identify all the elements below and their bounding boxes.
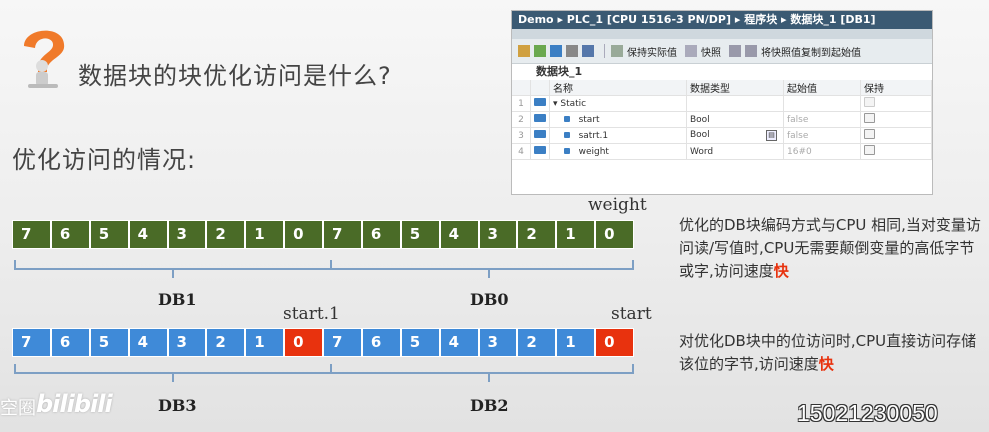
bit-cell: 2 <box>206 328 246 357</box>
snapshot-button[interactable]: 快照 <box>701 44 721 59</box>
watermark-text: 空圈 <box>0 398 36 419</box>
db3-label: DB3 <box>158 396 197 415</box>
col-name[interactable]: 名称 <box>549 80 687 96</box>
bit-cell: 1 <box>245 220 285 249</box>
db2-label: DB2 <box>470 396 509 415</box>
start-label: start <box>611 304 652 324</box>
type-dropdown-icon[interactable]: ▤ <box>766 130 777 141</box>
bit-cell: 6 <box>50 220 90 249</box>
slide-title: 数据块的块优化访问是什么? <box>78 62 392 90</box>
row-name[interactable]: satrt.1 <box>579 131 609 141</box>
bit-cell: 2 <box>517 220 557 249</box>
row-name[interactable]: start <box>579 115 600 125</box>
bit-cell: 0 <box>595 220 634 249</box>
db1-label: DB1 <box>158 290 197 309</box>
variable-icon <box>534 114 546 122</box>
bit-cell: 2 <box>517 328 557 357</box>
table-row[interactable]: 2 start Bool false <box>512 111 932 128</box>
bit-cell-highlighted: 0 <box>595 328 634 357</box>
bit-cell: 6 <box>361 220 401 249</box>
bit-cell: 3 <box>478 220 518 249</box>
bit-cell: 3 <box>478 328 518 357</box>
retain-checkbox[interactable] <box>864 145 875 155</box>
bullet-icon <box>564 115 570 122</box>
db2-bracket <box>330 364 634 374</box>
bit-cell: 5 <box>400 328 440 357</box>
table-row[interactable]: 4 weight Word 16#0 <box>512 143 932 160</box>
db0-label: DB0 <box>470 290 509 309</box>
bit-cell: 7 <box>12 220 51 249</box>
bit-cell: 0 <box>284 220 323 249</box>
bit-cell: 2 <box>206 220 246 249</box>
bit-cell: 4 <box>439 328 479 357</box>
db3-bracket <box>14 364 332 374</box>
phone-number: 15021230050 <box>797 400 938 426</box>
add-row-icon[interactable] <box>534 45 546 57</box>
bit-row-bottom: 7654321076543210 <box>12 328 634 357</box>
bit-cell: 4 <box>439 220 479 249</box>
insert-row-icon[interactable] <box>518 45 530 57</box>
table-row[interactable]: 3 satrt.1 Bool ▤ false <box>512 127 932 144</box>
bullet-icon <box>564 131 570 138</box>
keep-actual-icon[interactable] <box>611 45 623 57</box>
bit-cell: 4 <box>128 328 168 357</box>
db1-bracket <box>14 260 332 270</box>
copy-icon[interactable] <box>729 45 741 57</box>
bit-cell: 4 <box>128 220 168 249</box>
question-mark-person-icon <box>24 30 65 88</box>
keep-actual-button[interactable]: 保持实际值 <box>627 44 677 59</box>
highlight-fast: 快 <box>773 262 789 280</box>
bit-cell: 7 <box>323 220 362 249</box>
breadcrumb: Demo ▸ PLC_1 [CPU 1516-3 PN/DP] ▸ 程序块 ▸ … <box>512 11 932 29</box>
copy-all-icon[interactable] <box>745 45 757 57</box>
bit-cell: 6 <box>361 328 401 357</box>
list-icon[interactable] <box>582 45 594 57</box>
bit-cell-highlighted: 0 <box>284 328 323 357</box>
bullet-icon <box>564 147 570 154</box>
bilibili-logo: bilibili <box>36 390 113 418</box>
copy-snapshot-button[interactable]: 将快照值复制到起始值 <box>761 44 861 59</box>
start-1-label: start.1 <box>283 304 340 324</box>
retain-checkbox[interactable] <box>864 97 875 107</box>
bit-cell: 7 <box>323 328 362 357</box>
bit-cell: 1 <box>556 328 596 357</box>
db0-bracket <box>330 260 634 270</box>
bit-cell: 7 <box>12 328 51 357</box>
retain-checkbox[interactable] <box>864 113 875 123</box>
bit-cell: 1 <box>556 220 596 249</box>
bit-cell: 5 <box>89 328 129 357</box>
bit-cell: 3 <box>167 220 207 249</box>
static-db-icon <box>534 98 546 106</box>
bit-cell: 5 <box>89 220 129 249</box>
row-name[interactable]: weight <box>579 147 609 157</box>
edit-icon[interactable] <box>566 45 578 57</box>
col-retain[interactable]: 保持 <box>860 80 932 96</box>
table-header-row: 名称 数据类型 起始值 保持 <box>512 80 932 96</box>
row-name[interactable]: Static <box>560 99 586 109</box>
tia-data-block-window: Demo ▸ PLC_1 [CPU 1516-3 PN/DP] ▸ 程序块 ▸ … <box>511 10 933 195</box>
variable-icon <box>534 130 546 138</box>
bit-row-top: 7654321076543210 <box>12 220 634 249</box>
table-row[interactable]: 1 ▾ Static <box>512 95 932 112</box>
highlight-fast: 快 <box>818 355 834 373</box>
data-block-table: 名称 数据类型 起始值 保持 1 ▾ Static 2 start Bool f… <box>512 80 932 160</box>
retain-checkbox[interactable] <box>864 129 875 139</box>
col-start[interactable]: 起始值 <box>783 80 861 96</box>
col-type[interactable]: 数据类型 <box>686 80 784 96</box>
weight-label: weight <box>588 195 647 215</box>
toolbar: 保持实际值 快照 将快照值复制到起始值 <box>512 39 932 64</box>
bit-cell: 5 <box>400 220 440 249</box>
snapshot-icon[interactable] <box>685 45 697 57</box>
note-bit-access: 对优化DB块中的位访问时,CPU直接访问存储该位的字节,访问速度快 <box>679 332 977 373</box>
bit-cell: 3 <box>167 328 207 357</box>
bit-cell: 1 <box>245 328 285 357</box>
slide-subtitle: 优化访问的情况: <box>12 146 197 174</box>
expand-icon[interactable] <box>550 45 562 57</box>
block-name: 数据块_1 <box>512 64 932 80</box>
variable-icon <box>534 146 546 154</box>
note-encoding: 优化的DB块编码方式与CPU 相同,当对变量访问读/写值时,CPU无需要颠倒变量… <box>679 216 981 280</box>
bit-cell: 6 <box>50 328 90 357</box>
